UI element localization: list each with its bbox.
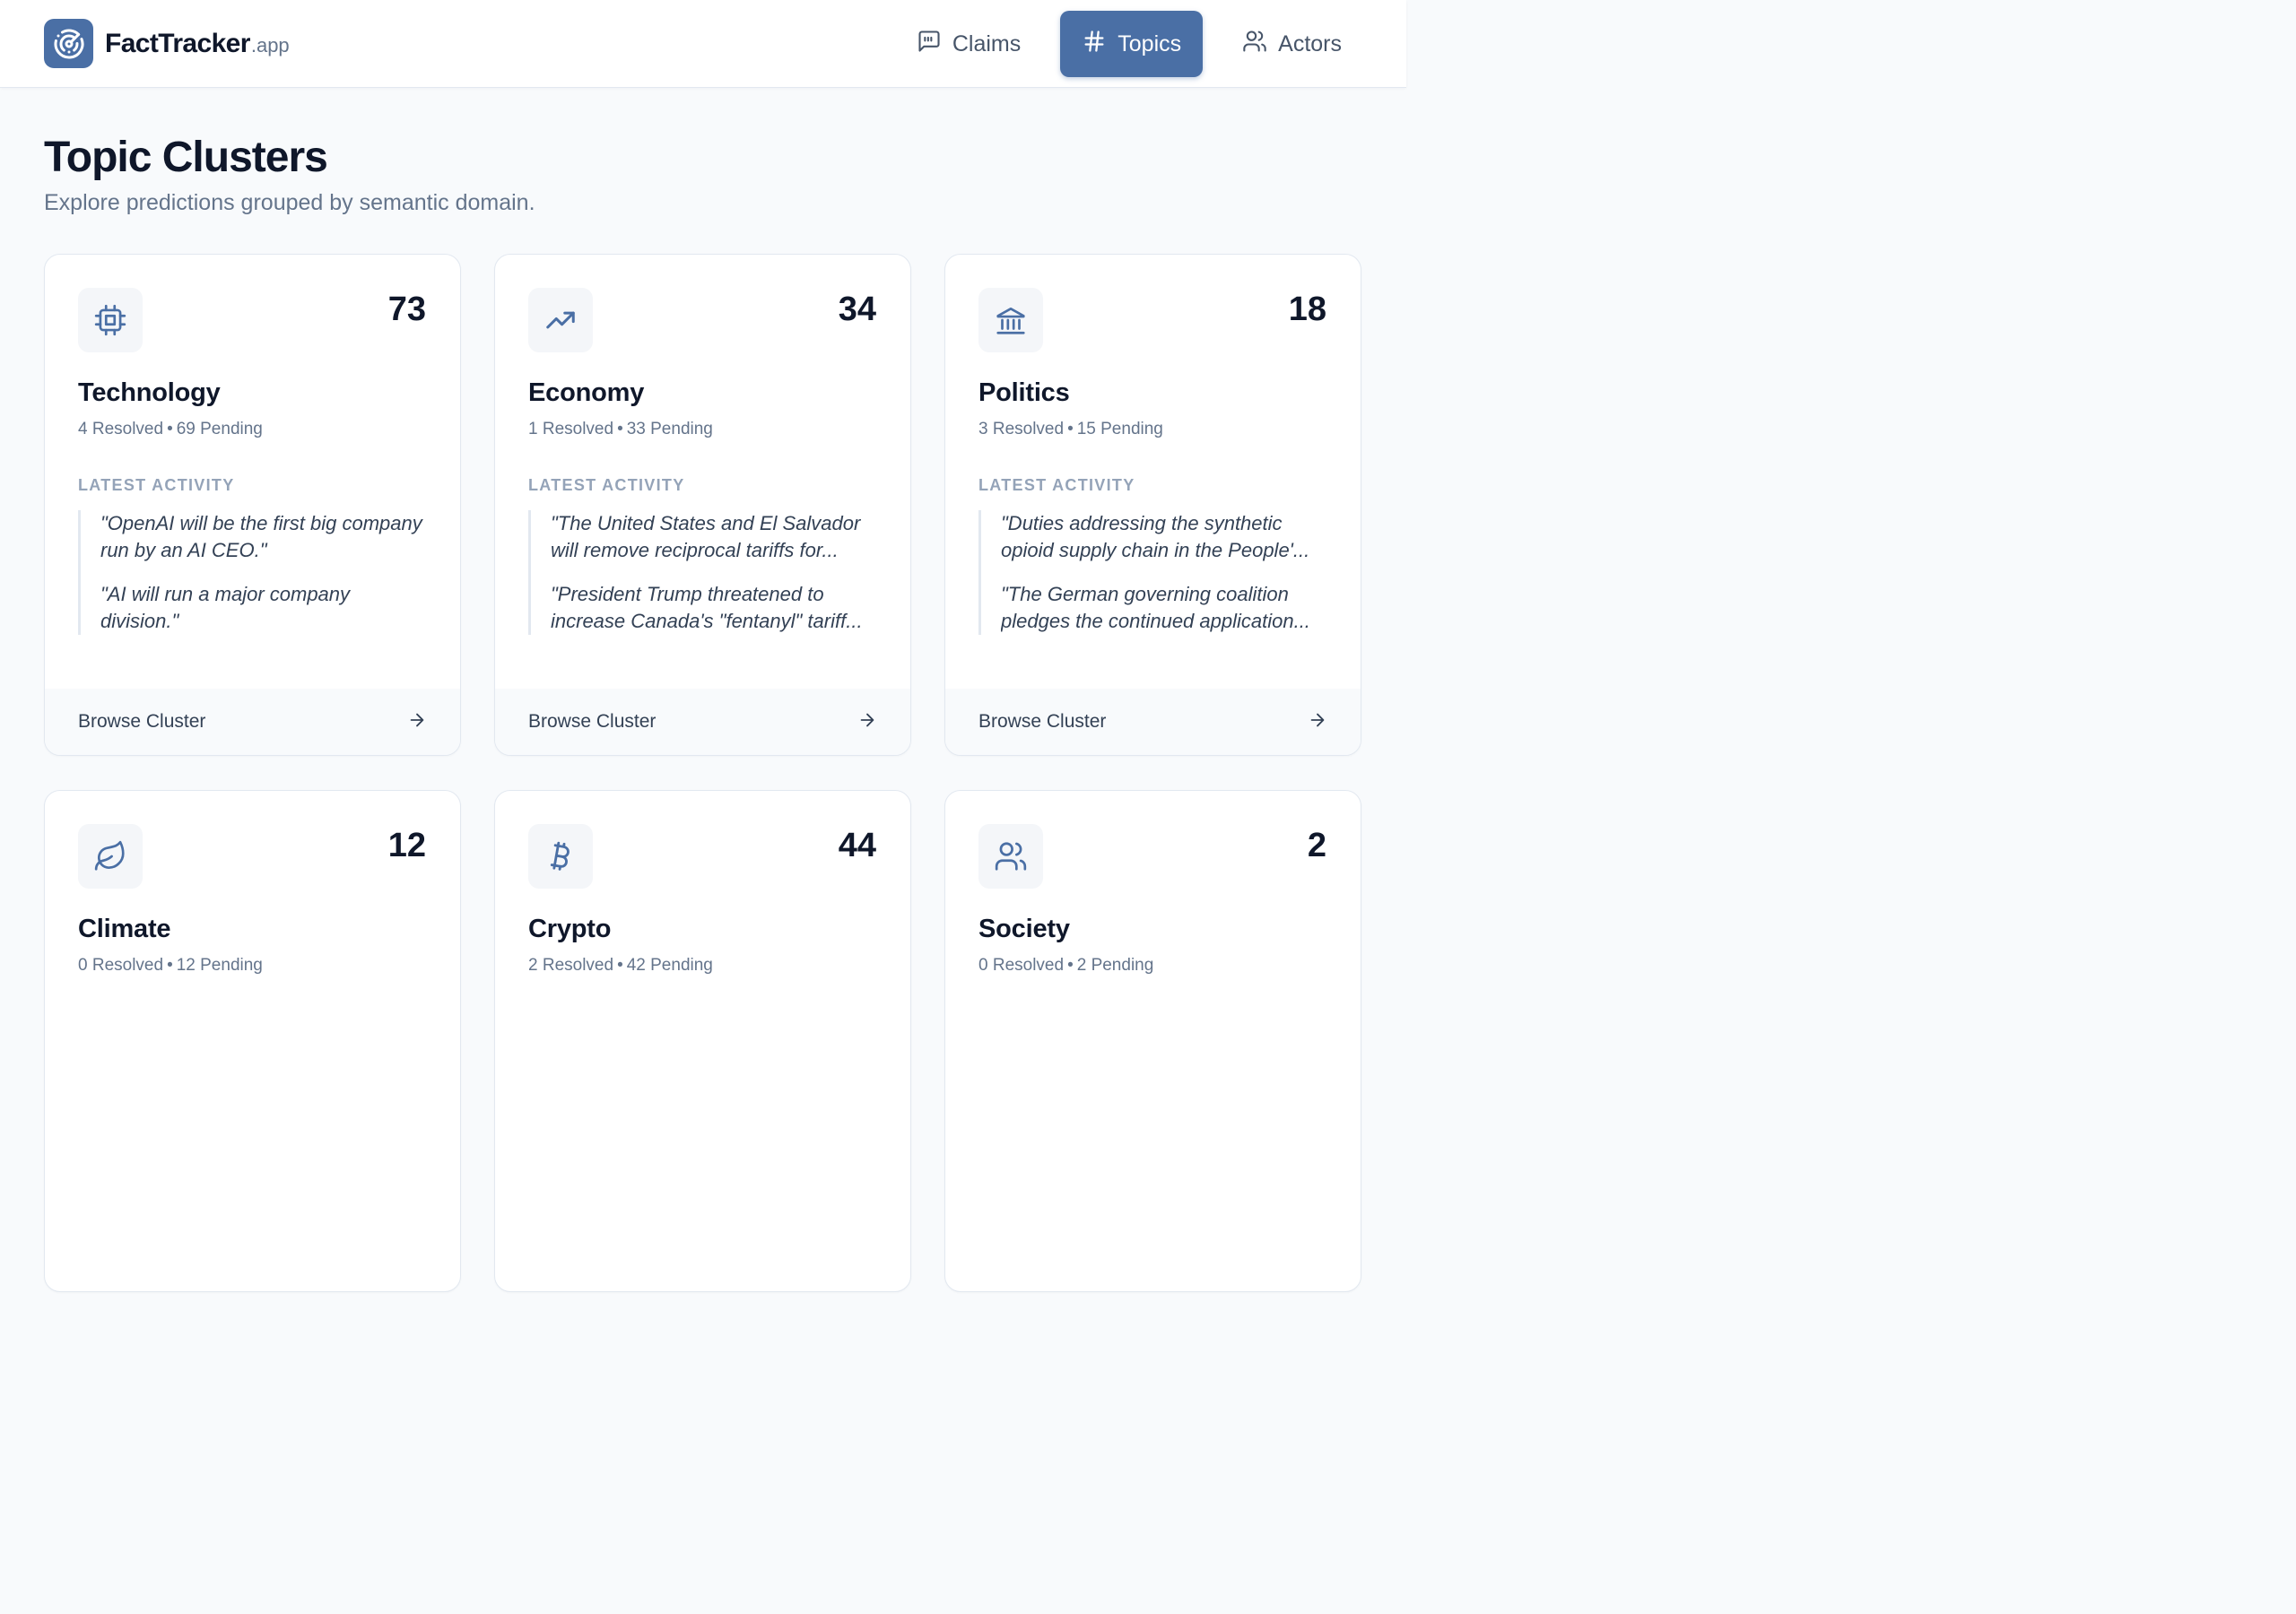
- leaf-icon: [78, 824, 143, 889]
- main-nav: Claims Topics Actors: [897, 11, 1361, 77]
- topic-card-technology[interactable]: 73 Technology 4 Resolved • 69 Pending LATE…: [44, 254, 461, 756]
- separator-dot: •: [167, 956, 173, 975]
- separator-dot: •: [1067, 956, 1074, 975]
- latest-activity-label: LATEST ACTIVITY: [78, 476, 235, 494]
- latest-activity-list: "OpenAI will be the first big company ru…: [78, 510, 428, 635]
- arrow-right-icon: [857, 710, 877, 734]
- cluster-count: 2: [1307, 827, 1326, 864]
- cluster-stats: 4 Resolved • 69 Pending: [78, 420, 263, 439]
- latest-activity-label: LATEST ACTIVITY: [528, 476, 685, 494]
- cluster-count: 12: [387, 827, 426, 864]
- activity-quote[interactable]: "OpenAI will be the first big company ru…: [100, 510, 428, 564]
- top-navigation-bar: FactTracker.app Claims Topics Actors: [0, 0, 1406, 88]
- activity-quote[interactable]: "The German governing coalition pledges …: [1001, 581, 1328, 635]
- pending-count: 15 Pending: [1076, 420, 1163, 438]
- trending-up-icon: [528, 288, 593, 352]
- activity-quote[interactable]: "The United States and El Salvador will …: [551, 510, 878, 564]
- cpu-icon: [78, 288, 143, 352]
- resolved-count: 0 Resolved: [978, 956, 1065, 975]
- cluster-title: Economy: [528, 378, 645, 407]
- cluster-stats: 1 Resolved • 33 Pending: [528, 420, 713, 439]
- latest-activity-list: "The United States and El Salvador will …: [528, 510, 878, 635]
- page-title: Topic Clusters: [44, 134, 328, 181]
- browse-cluster-button[interactable]: Browse Cluster: [495, 689, 910, 755]
- topic-card-economy[interactable]: 34 Economy 1 Resolved • 33 Pending LATEST …: [494, 254, 911, 756]
- topic-card-society[interactable]: 2 Society 0 Resolved • 2 Pending: [944, 790, 1361, 1292]
- bitcoin-icon: [528, 824, 593, 889]
- cluster-title: Politics: [978, 378, 1070, 407]
- pending-count: 2 Pending: [1076, 956, 1154, 975]
- radar-icon: [44, 19, 93, 68]
- pending-count: 42 Pending: [626, 956, 713, 975]
- cluster-count: 73: [387, 291, 426, 328]
- nav-actors-label: Actors: [1278, 30, 1342, 56]
- hash-icon: [1082, 29, 1107, 60]
- cluster-count: 18: [1288, 291, 1326, 328]
- separator-dot: •: [617, 420, 623, 438]
- brand-name: FactTracker.app: [105, 28, 290, 58]
- nav-claims-label: Claims: [952, 30, 1022, 56]
- cluster-title: Society: [978, 915, 1070, 943]
- nav-topics-label: Topics: [1118, 30, 1182, 56]
- browse-cluster-label: Browse Cluster: [78, 711, 206, 732]
- arrow-right-icon: [1308, 710, 1327, 734]
- cluster-stats: 0 Resolved • 2 Pending: [978, 956, 1153, 976]
- cluster-count: 44: [838, 827, 876, 864]
- latest-activity-label: LATEST ACTIVITY: [978, 476, 1135, 494]
- cluster-title: Crypto: [528, 915, 612, 943]
- cluster-count: 34: [838, 291, 876, 328]
- browse-cluster-button[interactable]: Browse Cluster: [945, 689, 1361, 755]
- browse-cluster-label: Browse Cluster: [978, 711, 1107, 732]
- landmark-icon: [978, 288, 1043, 352]
- separator-dot: •: [1067, 420, 1074, 438]
- users-icon: [1242, 29, 1267, 60]
- nav-topics[interactable]: Topics: [1060, 11, 1204, 77]
- pending-count: 12 Pending: [176, 956, 263, 975]
- cluster-title: Climate: [78, 915, 171, 943]
- cluster-stats: 2 Resolved • 42 Pending: [528, 956, 713, 976]
- cluster-title: Technology: [78, 378, 221, 407]
- cluster-stats: 3 Resolved • 15 Pending: [978, 420, 1163, 439]
- activity-quote[interactable]: "President Trump threatened to increase …: [551, 581, 878, 635]
- cluster-stats: 0 Resolved • 12 Pending: [78, 956, 263, 976]
- pending-count: 33 Pending: [626, 420, 713, 438]
- activity-quote[interactable]: "Duties addressing the synthetic opioid …: [1001, 510, 1328, 564]
- browse-cluster-label: Browse Cluster: [528, 711, 657, 732]
- nav-actors[interactable]: Actors: [1222, 11, 1361, 77]
- latest-activity-list: "Duties addressing the synthetic opioid …: [978, 510, 1328, 635]
- page-subtitle: Explore predictions grouped by semantic …: [44, 190, 535, 215]
- topic-card-climate[interactable]: 12 Climate 0 Resolved • 12 Pending: [44, 790, 461, 1292]
- resolved-count: 1 Resolved: [528, 420, 614, 438]
- browse-cluster-button[interactable]: Browse Cluster: [45, 689, 460, 755]
- resolved-count: 3 Resolved: [978, 420, 1065, 438]
- message-quote-icon: [917, 29, 942, 60]
- resolved-count: 2 Resolved: [528, 956, 614, 975]
- resolved-count: 4 Resolved: [78, 420, 164, 438]
- separator-dot: •: [617, 956, 623, 975]
- pending-count: 69 Pending: [176, 420, 263, 438]
- brand-tld: .app: [250, 33, 290, 56]
- arrow-right-icon: [407, 710, 427, 734]
- nav-claims[interactable]: Claims: [897, 11, 1040, 77]
- brand[interactable]: FactTracker.app: [44, 19, 290, 68]
- topic-card-crypto[interactable]: 44 Crypto 2 Resolved • 42 Pending: [494, 790, 911, 1292]
- users-icon: [978, 824, 1043, 889]
- separator-dot: •: [167, 420, 173, 438]
- topic-card-politics[interactable]: 18 Politics 3 Resolved • 15 Pending LATEST…: [944, 254, 1361, 756]
- activity-quote[interactable]: "AI will run a major company division.": [100, 581, 428, 635]
- resolved-count: 0 Resolved: [78, 956, 164, 975]
